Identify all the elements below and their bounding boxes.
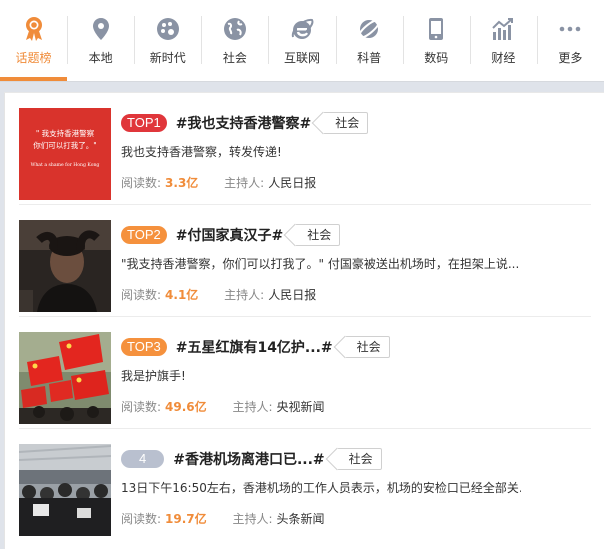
topic-description: 我也支持香港警察，转发传递! [121, 145, 282, 159]
topic-item[interactable]: 4 #香港机场离港口已...# 社会 13日下午16:50左右，香港机场的工作人… [19, 429, 591, 541]
nav-label: 更多 [558, 51, 583, 65]
topic-title[interactable]: #付国家真汉子# [176, 225, 283, 245]
more-icon [557, 16, 583, 42]
host-label: 主持人: [224, 176, 265, 190]
nav-label: 数码 [424, 51, 449, 65]
topic-title[interactable]: #我也支持香港警察# [176, 113, 311, 133]
nav-label: 新时代 [149, 51, 186, 65]
category-nav: 话题榜 本地 新时代 社会 互联网 科普 数码 财经 更多 [0, 0, 604, 82]
nav-label: 社会 [222, 51, 247, 65]
nav-item-finance[interactable]: 财经 [469, 0, 537, 81]
nav-item-more[interactable]: 更多 [536, 0, 604, 81]
nav-label: 财经 [491, 51, 516, 65]
thumb-text-line1: " 我支持香港警察 [36, 128, 95, 138]
read-count: 19.7亿 [165, 512, 207, 526]
nav-item-topic-ranking[interactable]: 话题榜 [0, 0, 68, 81]
topic-description: 13日下午16:50左右，香港机场的工作人员表示，机场的安检口已经全部关... [121, 481, 521, 495]
reads-label: 阅读数: [121, 288, 162, 302]
topic-item[interactable]: " 我支持香港警察 你们可以打我了。" What a shame for Hon… [19, 93, 591, 205]
location-pin-icon [88, 16, 114, 42]
host-label: 主持人: [232, 512, 273, 526]
host-name[interactable]: 人民日报 [268, 176, 316, 190]
chart-icon [490, 16, 516, 42]
topic-thumbnail[interactable] [19, 444, 111, 536]
topic-item[interactable]: TOP3 #五星红旗有14亿护...# 社会 我是护旗手! 阅读数: 49.6亿 … [19, 317, 591, 429]
host-name[interactable]: 人民日报 [268, 288, 316, 302]
category-tag[interactable]: 社会 [323, 112, 369, 134]
category-tag[interactable]: 社会 [295, 224, 341, 246]
read-count: 3.3亿 [165, 176, 199, 190]
topic-title[interactable]: #五星红旗有14亿护...# [176, 337, 333, 357]
nav-label: 话题榜 [15, 51, 52, 65]
internet-explorer-icon [289, 16, 315, 42]
rank-badge: TOP2 [121, 226, 167, 244]
nav-item-internet[interactable]: 互联网 [268, 0, 335, 81]
topic-title[interactable]: #香港机场离港口已...# [173, 449, 324, 469]
reads-label: 阅读数: [121, 512, 162, 526]
host-label: 主持人: [224, 288, 265, 302]
thumb-text-line3: What a shame for Hong Kong [31, 162, 100, 168]
topic-thumbnail[interactable]: " 我支持香港警察 你们可以打我了。" What a shame for Hon… [19, 108, 111, 200]
planet-icon [356, 16, 382, 42]
nav-item-new-era[interactable]: 新时代 [134, 0, 201, 81]
host-label: 主持人: [232, 400, 273, 414]
rank-badge: TOP3 [121, 338, 167, 356]
read-count: 4.1亿 [165, 288, 199, 302]
topic-item[interactable]: TOP2 #付国家真汉子# 社会 "我支持香港警察，你们可以打我了。" 付国豪被… [19, 205, 591, 317]
host-name[interactable]: 央视新闻 [277, 400, 325, 414]
nav-item-digital[interactable]: 数码 [402, 0, 470, 81]
topic-description: "我支持香港警察，你们可以打我了。" 付国豪被送出机场时，在担架上说... [121, 257, 520, 271]
medal-icon [21, 16, 47, 42]
topic-description: 我是护旗手! [121, 369, 186, 383]
thumb-text-line2: 你们可以打我了。" [33, 140, 96, 150]
reads-label: 阅读数: [121, 176, 162, 190]
nav-item-science[interactable]: 科普 [335, 0, 403, 81]
topic-list: " 我支持香港警察 你们可以打我了。" What a shame for Hon… [4, 92, 604, 549]
read-count: 49.6亿 [165, 400, 207, 414]
topic-thumbnail[interactable] [19, 220, 111, 312]
topic-thumbnail[interactable] [19, 332, 111, 424]
rank-badge: 4 [121, 450, 165, 468]
nav-item-local[interactable]: 本地 [67, 0, 134, 81]
phone-icon [423, 16, 449, 42]
nav-label: 科普 [357, 51, 382, 65]
reads-label: 阅读数: [121, 400, 162, 414]
nav-label: 互联网 [283, 51, 320, 65]
globe-icon [222, 16, 248, 42]
rank-badge: TOP1 [121, 114, 167, 132]
category-tag[interactable]: 社会 [344, 336, 390, 358]
host-name[interactable]: 头条新闻 [277, 512, 325, 526]
category-tag[interactable]: 社会 [336, 448, 382, 470]
palette-icon [155, 16, 181, 42]
nav-label: 本地 [88, 51, 113, 65]
nav-item-society[interactable]: 社会 [201, 0, 268, 81]
